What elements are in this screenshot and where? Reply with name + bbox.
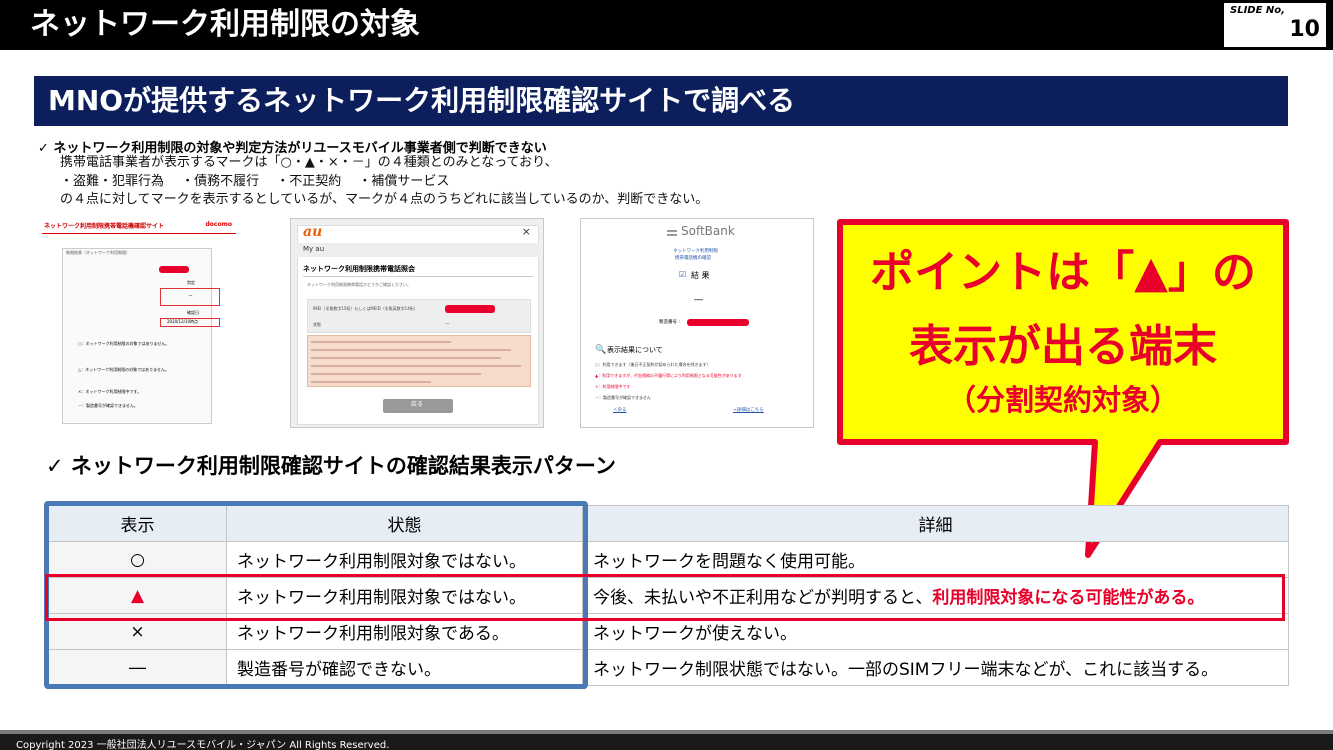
- detail-cell: ネットワークを問題なく使用可能。: [582, 541, 1289, 578]
- footer-bar: Copyright 2023 一般社団法人リユースモバイル・ジャパン All R…: [0, 730, 1333, 750]
- table-heading: ✓ ネットワーク利用制限確認サイトの確認結果表示パターン: [46, 454, 616, 478]
- callout-line-1: ポイントは「▲」の: [870, 247, 1256, 298]
- highlight-frame-red: [45, 574, 1285, 621]
- detail-cell: ネットワーク制限状態ではない。一部のSIMフリー端末などが、これに該当する。: [582, 649, 1289, 686]
- callout-line-2: 表示が出る端末: [909, 321, 1217, 372]
- column-header-detail: 詳細: [582, 505, 1289, 542]
- callout-line-3: （分割契約対象）: [946, 383, 1179, 417]
- copyright-text: Copyright 2023 一般社団法人リユースモバイル・ジャパン All R…: [16, 740, 390, 750]
